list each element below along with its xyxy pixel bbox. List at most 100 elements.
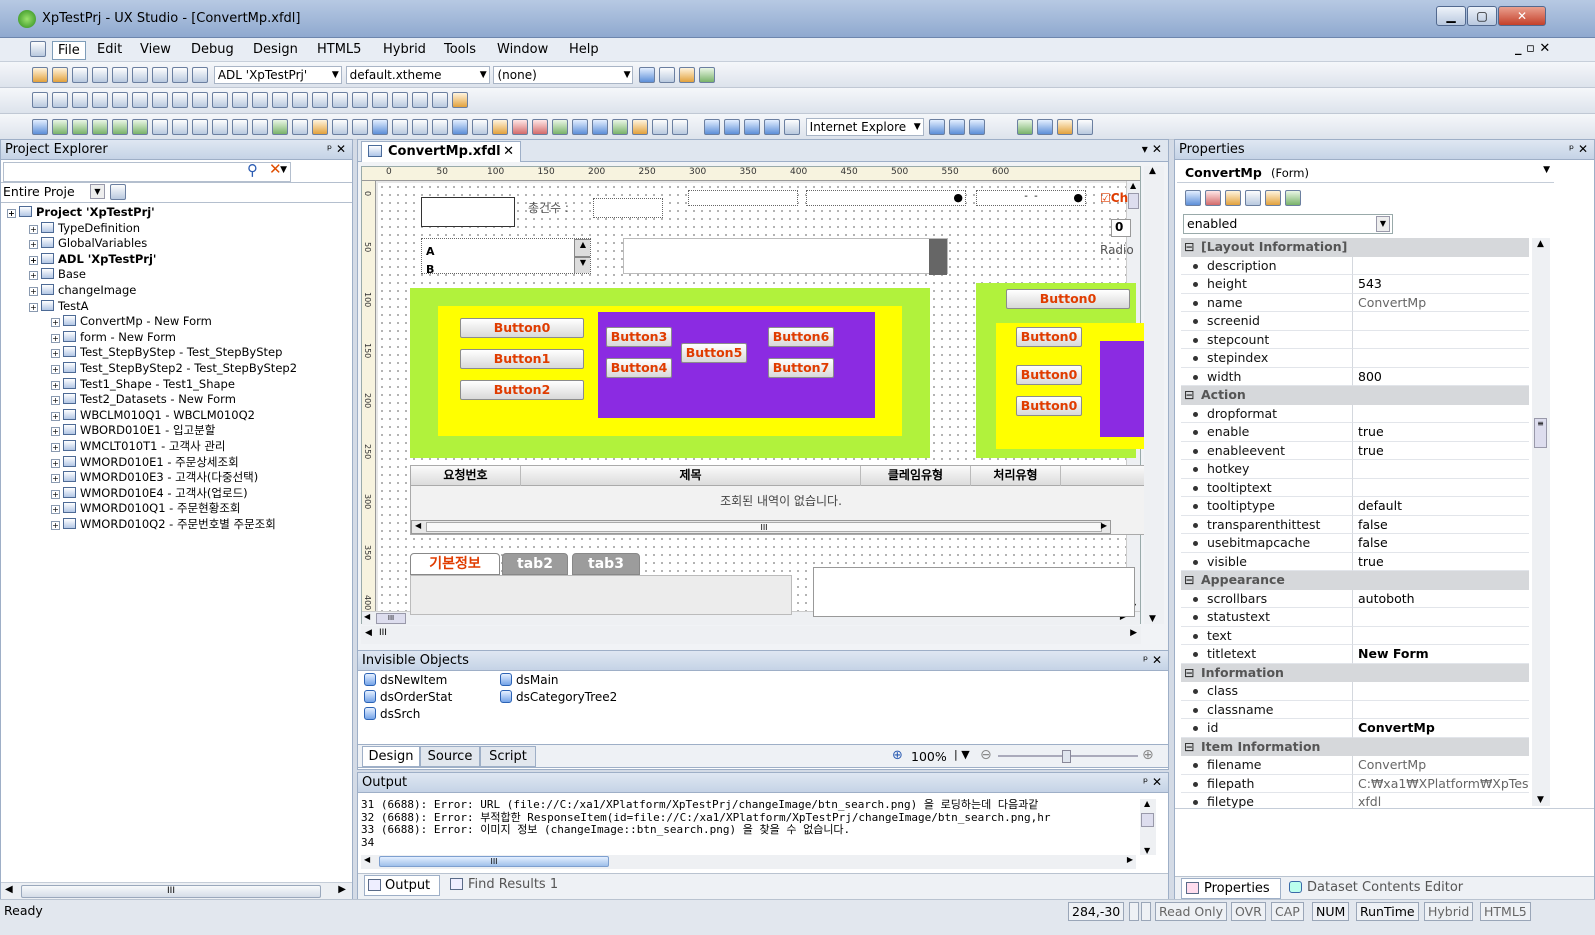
property-row[interactable]: class <box>1181 682 1529 701</box>
show-grid-icon[interactable] <box>412 92 428 108</box>
explorer-hscroll[interactable]: ◀ III ▶ <box>1 882 352 900</box>
tree-item[interactable]: + form - New Form <box>51 330 176 346</box>
expand-icon[interactable]: + <box>7 209 16 218</box>
expand-icon[interactable]: + <box>51 489 60 499</box>
tree-item[interactable]: + WMORD010E3 - 고객사(다중선택) <box>51 470 258 486</box>
dataset-comp-icon[interactable] <box>572 119 588 135</box>
property-row[interactable]: visible true <box>1181 552 1529 571</box>
listbox[interactable]: A B ▲ ▼ <box>421 238 591 274</box>
tab-comp-icon[interactable] <box>232 119 248 135</box>
option-icon[interactable] <box>1077 119 1094 135</box>
tree-item[interactable]: + Test1_Shape - Test1_Shape <box>51 377 235 393</box>
property-value[interactable]: true <box>1353 423 1529 442</box>
calendar-comp-icon[interactable] <box>72 119 88 135</box>
dataset-item[interactable]: dsOrderStat <box>364 690 452 704</box>
ruler-icon[interactable] <box>432 92 448 108</box>
adl-select[interactable]: ADL 'XpTestPrj' ▼ <box>213 66 342 84</box>
property-row[interactable]: dropformat <box>1181 404 1529 423</box>
dataset-item[interactable]: dsMain <box>500 673 559 687</box>
expand-icon[interactable]: + <box>51 411 60 421</box>
property-value[interactable] <box>1353 682 1529 701</box>
property-row[interactable]: id ConvertMp <box>1181 719 1529 738</box>
tab-list-icon[interactable]: ▾ ✕ <box>1142 142 1162 156</box>
ungroup-icon[interactable] <box>352 92 368 108</box>
dataset-item[interactable]: dsSrch <box>364 707 420 721</box>
property-row[interactable]: usebitmapcache false <box>1181 534 1529 553</box>
calendar-field[interactable]: - - ● <box>976 190 1086 206</box>
chart-comp-icon[interactable] <box>552 119 568 135</box>
center-horizontal-icon[interactable] <box>252 92 268 108</box>
plugin-comp-icon[interactable] <box>492 119 508 135</box>
menu-html5[interactable]: HTML5 <box>312 41 366 58</box>
expand-icon[interactable]: + <box>51 333 60 343</box>
save-all-icon[interactable] <box>112 67 128 83</box>
static-comp-icon[interactable] <box>332 119 348 135</box>
close-tab-icon[interactable]: ✕ <box>503 142 514 161</box>
form-button[interactable]: Button5 <box>681 343 747 363</box>
print-icon[interactable] <box>192 67 208 83</box>
property-value[interactable]: ConvertMp <box>1353 756 1529 775</box>
spin-comp-icon[interactable] <box>452 119 468 135</box>
combo-comp-icon[interactable] <box>112 119 128 135</box>
edit-comp-icon[interactable] <box>172 119 188 135</box>
settings-icon[interactable] <box>679 67 696 83</box>
property-row[interactable]: transparenthittest false <box>1181 515 1529 534</box>
tree-item[interactable]: + ConvertMp - New Form <box>51 314 212 330</box>
browser-select[interactable]: Internet Explore ▼ <box>805 118 924 136</box>
form-tab[interactable]: tab3 <box>572 553 640 575</box>
groupbox[interactable] <box>813 567 1135 617</box>
menu-comp-icon[interactable] <box>412 119 428 135</box>
property-value[interactable]: 543 <box>1353 275 1529 294</box>
minimize-button[interactable]: ▁ <box>1436 6 1466 26</box>
pin-close-icon[interactable]: ᵖ ✕ <box>1143 773 1162 792</box>
zoom-icon[interactable]: ⊕ <box>892 748 903 763</box>
screen-select[interactable]: (none) ▼ <box>493 66 634 84</box>
property-value[interactable]: false <box>1353 516 1529 534</box>
expand-icon[interactable]: + <box>51 396 60 406</box>
form-button[interactable]: Button0 <box>1016 396 1082 416</box>
form-button[interactable]: Button0 <box>1006 289 1130 309</box>
open-icon[interactable] <box>52 67 68 83</box>
property-value[interactable]: true <box>1353 442 1529 460</box>
form-button[interactable]: Button0 <box>460 318 584 338</box>
expand-icon[interactable]: + <box>29 240 38 250</box>
image-comp-icon[interactable] <box>272 119 288 135</box>
expand-icon[interactable]: + <box>51 427 60 437</box>
editor-vscroll[interactable]: ▲ ▼ <box>1144 166 1164 624</box>
align-center-icon[interactable] <box>52 92 68 108</box>
property-row[interactable]: height 543 <box>1181 275 1529 294</box>
properties-vscroll[interactable]: ▲ ≡ ▼ <box>1532 238 1550 806</box>
zoom-level[interactable]: 100% <box>911 749 947 764</box>
form-tab[interactable]: 기본정보 <box>410 553 500 575</box>
property-value[interactable]: autoboth <box>1353 590 1529 608</box>
textarea-comp-icon[interactable] <box>352 119 368 135</box>
flash-comp-icon[interactable] <box>532 119 548 135</box>
form-design-surface[interactable]: 총건수 : ● - - ● ☑Ch 0 Radio A B ▲ ▼ Button… <box>378 183 1151 617</box>
grid-hscroll[interactable]: ◀ III ▶ <box>411 520 1111 534</box>
dataset-item[interactable]: dsNewItem <box>364 673 447 687</box>
find-results-tab[interactable]: Find Results 1 <box>446 875 564 896</box>
run-debug-icon[interactable] <box>723 119 740 135</box>
property-value[interactable] <box>1353 257 1529 275</box>
grid-comp-icon[interactable] <box>372 119 388 135</box>
property-row[interactable]: scrollbars autoboth <box>1181 589 1529 608</box>
tree-item[interactable]: + Project 'XpTestPrj' <box>7 205 155 221</box>
expand-icon[interactable]: + <box>51 521 60 530</box>
form-button[interactable]: Button4 <box>606 358 672 378</box>
form-tab[interactable]: tab2 <box>502 553 568 575</box>
find-icon[interactable] <box>659 67 676 83</box>
document-tab[interactable]: ConvertMp.xfdl ✕ <box>361 141 521 162</box>
property-value[interactable] <box>1353 331 1529 349</box>
save-icon[interactable] <box>92 67 108 83</box>
sync-icon[interactable] <box>969 119 986 135</box>
combo-field[interactable]: ● <box>806 190 966 206</box>
form-button[interactable]: Button3 <box>606 327 672 347</box>
property-pages-icon[interactable] <box>1225 190 1241 206</box>
property-row[interactable]: filename ConvertMp <box>1181 756 1529 775</box>
form-button[interactable]: Button0 <box>1016 327 1082 347</box>
align-bottom-icon[interactable] <box>132 92 148 108</box>
total-count-field[interactable] <box>593 198 663 218</box>
property-value[interactable] <box>1353 627 1529 645</box>
menu-edit[interactable]: Edit <box>92 41 127 58</box>
search-icon[interactable]: ⚲ <box>247 161 258 179</box>
